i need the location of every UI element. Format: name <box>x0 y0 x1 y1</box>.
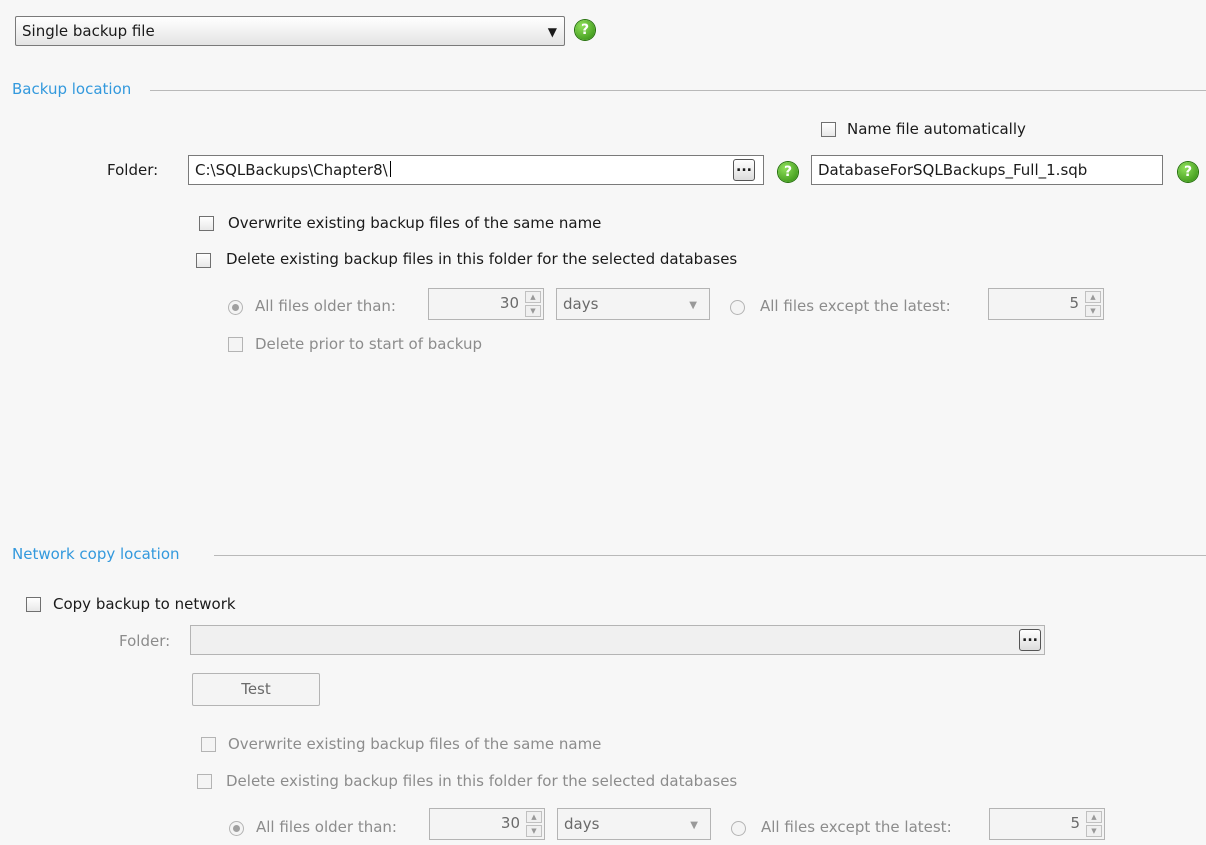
except-latest-label: All files except the latest: <box>760 297 951 315</box>
except-latest-value: 5 <box>1069 294 1079 312</box>
test-button[interactable]: Test <box>192 673 320 706</box>
copy-to-network-label: Copy backup to network <box>53 595 236 613</box>
test-button-label: Test <box>241 680 271 698</box>
network-copy-title: Network copy location <box>12 545 188 563</box>
spin-down-icon[interactable]: ▼ <box>525 305 541 317</box>
spin-down-icon[interactable]: ▼ <box>526 825 542 837</box>
section-divider <box>214 555 1206 556</box>
spin-down-icon[interactable]: ▼ <box>1085 305 1101 317</box>
network-older-than-value: 30 <box>500 814 520 832</box>
backup-type-select[interactable]: Single backup file ▼ <box>15 16 565 46</box>
older-than-spinner[interactable]: 30 ▲ ▼ <box>428 288 544 320</box>
help-icon[interactable]: ? <box>778 162 798 182</box>
spin-down-icon[interactable]: ▼ <box>1086 825 1102 837</box>
except-latest-radio[interactable] <box>730 300 745 315</box>
chevron-down-icon: ▼ <box>547 25 557 39</box>
backup-location-title: Backup location <box>12 80 140 98</box>
name-file-auto-label: Name file automatically <box>847 120 1026 138</box>
spin-up-icon[interactable]: ▲ <box>1086 811 1102 823</box>
help-icon[interactable]: ? <box>575 20 595 40</box>
delete-prior-checkbox[interactable] <box>228 337 243 352</box>
network-except-latest-spinner[interactable]: 5 ▲ ▼ <box>989 808 1105 840</box>
folder-input-value: C:\SQLBackups\Chapter8\ <box>195 161 388 179</box>
chevron-down-icon: ▼ <box>689 300 697 311</box>
chevron-down-icon: ▼ <box>690 820 698 831</box>
overwrite-label: Overwrite existing backup files of the s… <box>228 214 602 232</box>
except-latest-spinner[interactable]: 5 ▲ ▼ <box>988 288 1104 320</box>
ellipsis-icon[interactable]: ... <box>1019 629 1041 651</box>
backup-type-value: Single backup file <box>22 22 155 40</box>
spin-up-icon[interactable]: ▲ <box>525 291 541 303</box>
unit-dropdown[interactable]: days ▼ <box>556 288 710 320</box>
delete-existing-checkbox[interactable] <box>196 253 211 268</box>
network-except-latest-value: 5 <box>1070 814 1080 832</box>
network-except-latest-label: All files except the latest: <box>761 818 952 836</box>
older-than-label: All files older than: <box>255 297 396 315</box>
section-divider <box>150 90 1206 91</box>
network-delete-checkbox[interactable] <box>197 774 212 789</box>
delete-prior-label: Delete prior to start of backup <box>255 335 482 353</box>
network-older-than-radio[interactable] <box>229 821 244 836</box>
copy-to-network-checkbox[interactable] <box>26 597 41 612</box>
older-than-radio[interactable] <box>228 300 243 315</box>
folder-label: Folder: <box>107 161 159 179</box>
name-file-auto-checkbox[interactable] <box>821 122 836 137</box>
older-than-value: 30 <box>499 294 519 312</box>
help-icon[interactable]: ? <box>1178 162 1198 182</box>
network-unit-value: days <box>564 815 600 833</box>
network-older-than-label: All files older than: <box>256 818 397 836</box>
network-delete-label: Delete existing backup files in this fol… <box>226 772 738 790</box>
spin-up-icon[interactable]: ▲ <box>526 811 542 823</box>
network-overwrite-checkbox[interactable] <box>201 737 216 752</box>
network-older-than-spinner[interactable]: 30 ▲ ▼ <box>429 808 545 840</box>
network-unit-dropdown[interactable]: days ▼ <box>557 808 711 840</box>
network-folder-label: Folder: <box>119 632 171 650</box>
spin-up-icon[interactable]: ▲ <box>1085 291 1101 303</box>
filename-input-value: DatabaseForSQLBackups_Full_1.sqb <box>818 161 1088 179</box>
unit-value: days <box>563 295 599 313</box>
overwrite-checkbox[interactable] <box>199 216 214 231</box>
ellipsis-icon[interactable]: ... <box>733 159 755 181</box>
network-overwrite-label: Overwrite existing backup files of the s… <box>228 735 602 753</box>
folder-input[interactable]: C:\SQLBackups\Chapter8\ <box>188 155 764 185</box>
delete-existing-label: Delete existing backup files in this fol… <box>226 250 738 268</box>
filename-input[interactable]: DatabaseForSQLBackups_Full_1.sqb <box>811 155 1163 185</box>
network-except-latest-radio[interactable] <box>731 821 746 836</box>
network-folder-input[interactable] <box>190 625 1045 655</box>
